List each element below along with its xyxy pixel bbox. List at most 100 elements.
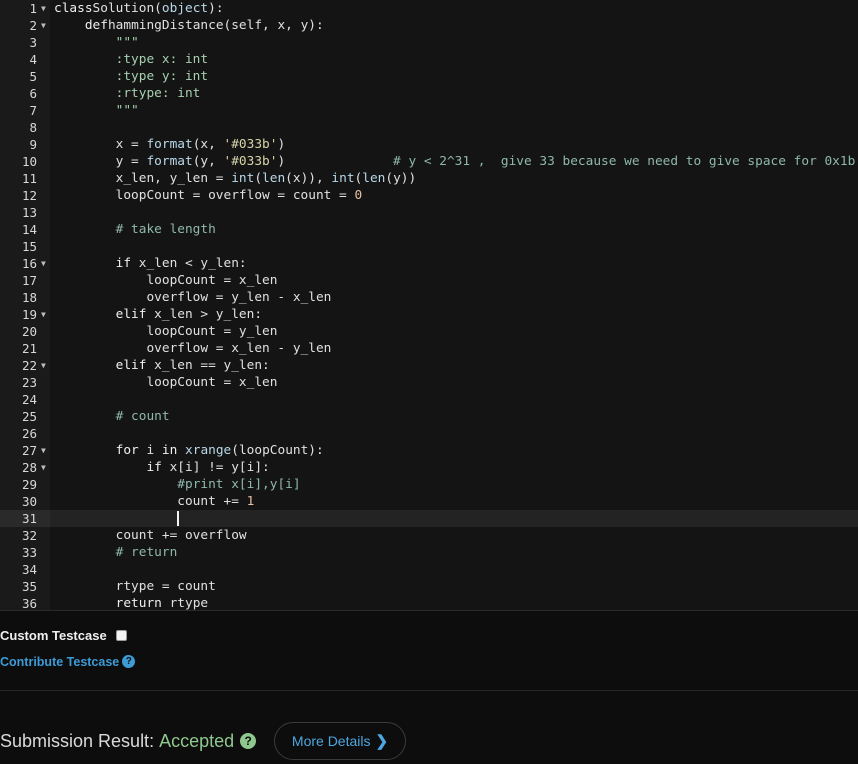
code-text[interactable]: return rtype — [54, 595, 208, 610]
line-number-cell: 22 ▼ — [0, 357, 50, 374]
code-line[interactable]: 13 — [0, 204, 858, 221]
line-number: 13 — [21, 205, 37, 220]
fold-arrow-icon[interactable]: ▼ — [41, 0, 46, 17]
code-text[interactable]: # count — [54, 408, 170, 425]
code-line[interactable]: 36 return rtype — [0, 595, 858, 610]
code-text[interactable]: classSolution(object): — [54, 0, 224, 17]
code-line[interactable]: 4 :type x: int — [0, 51, 858, 68]
code-line[interactable]: 34 — [0, 561, 858, 578]
token-bi: len — [362, 171, 386, 186]
code-text[interactable]: :type x: int — [54, 51, 208, 68]
code-text[interactable]: rtype = count — [54, 578, 216, 595]
code-line[interactable]: 3 """ — [0, 34, 858, 51]
line-number: 23 — [21, 375, 37, 390]
line-number: 19 — [21, 307, 37, 322]
line-number-cell: 1 ▼ — [0, 0, 50, 17]
code-text[interactable]: #print x[i],y[i] — [54, 476, 300, 493]
token: overflow = y_len - x_len — [54, 290, 332, 305]
code-line[interactable]: 5 :type y: int — [0, 68, 858, 85]
token-bi: int — [231, 171, 255, 186]
code-line[interactable]: 2 ▼ defhammingDistance(self, x, y): — [0, 17, 858, 34]
code-line[interactable]: 25 # count — [0, 408, 858, 425]
line-number-cell: 2 ▼ — [0, 17, 50, 34]
code-text[interactable]: loopCount = overflow = count = 0 — [54, 187, 363, 204]
code-line[interactable]: 32 count += overflow — [0, 527, 858, 544]
code-text[interactable]: # take length — [54, 221, 216, 238]
code-line[interactable]: 12 loopCount = overflow = count = 0 — [0, 187, 858, 204]
token: y = — [54, 154, 147, 169]
code-line[interactable]: 23 loopCount = x_len — [0, 374, 858, 391]
code-line[interactable]: 33 # return — [0, 544, 858, 561]
code-text[interactable]: if x[i] != y[i]: — [54, 459, 270, 476]
custom-testcase-checkbox[interactable] — [115, 629, 127, 641]
question-circle-icon[interactable]: ? — [240, 733, 257, 749]
code-text[interactable]: if x_len < y_len: — [54, 255, 247, 272]
line-number: 8 — [29, 120, 37, 135]
code-text[interactable]: overflow = y_len - x_len — [54, 289, 331, 306]
question-circle-icon[interactable]: ? — [122, 655, 136, 668]
code-line[interactable]: 1 ▼ classSolution(object): — [0, 0, 858, 17]
code-line[interactable]: 28 ▼ if x[i] != y[i]: — [0, 459, 858, 476]
code-line[interactable]: 31 — [0, 510, 858, 527]
code-line[interactable]: 30 count += 1 — [0, 493, 858, 510]
contribute-testcase-link[interactable]: Contribute Testcase — [0, 655, 119, 669]
line-number-cell: 4 — [0, 51, 50, 68]
code-text[interactable]: :rtype: int — [54, 85, 201, 102]
code-text[interactable]: :type y: int — [54, 68, 208, 85]
token: x[i] != y[i]: — [161, 460, 270, 475]
code-text[interactable]: """ — [54, 102, 139, 119]
code-text[interactable]: """ — [54, 34, 139, 51]
code-line[interactable]: 24 — [0, 391, 858, 408]
code-line[interactable]: 29 #print x[i],y[i] — [0, 476, 858, 493]
fold-arrow-icon[interactable]: ▼ — [41, 255, 46, 272]
code-text[interactable]: y = format(y, '#033b') # y < 2^31 , give… — [54, 153, 856, 170]
code-line[interactable]: 6 :rtype: int — [0, 85, 858, 102]
code-text[interactable]: x_len, y_len = int(len(x)), int(len(y)) — [54, 170, 417, 187]
line-number-cell: 18 — [0, 289, 50, 306]
code-text[interactable]: for i in xrange(loopCount): — [54, 442, 324, 459]
line-number-cell: 31 — [0, 510, 50, 527]
token: i — [138, 443, 162, 458]
code-line[interactable]: 27 ▼ for i in xrange(loopCount): — [0, 442, 858, 459]
code-text[interactable]: count += overflow — [54, 527, 247, 544]
code-text[interactable]: loopCount = y_len — [54, 323, 277, 340]
code-text[interactable]: loopCount = x_len — [54, 272, 277, 289]
code-text[interactable]: elif x_len > y_len: — [54, 306, 262, 323]
code-line[interactable]: 15 — [0, 238, 858, 255]
token: (x)), — [285, 171, 332, 186]
code-line[interactable]: 7 """ — [0, 102, 858, 119]
code-text[interactable]: loopCount = x_len — [54, 374, 277, 391]
more-details-button[interactable]: More Details ❯ — [274, 722, 406, 760]
code-text[interactable]: overflow = x_len - y_len — [54, 340, 331, 357]
code-line[interactable]: 9 x = format(x, '#033b') — [0, 136, 858, 153]
code-line[interactable]: 10 y = format(y, '#033b') # y < 2^31 , g… — [0, 153, 858, 170]
fold-arrow-icon[interactable]: ▼ — [41, 459, 46, 476]
code-line[interactable]: 20 loopCount = y_len — [0, 323, 858, 340]
line-number: 10 — [21, 154, 37, 169]
code-text[interactable]: x = format(x, '#033b') — [54, 136, 286, 153]
code-line[interactable]: 21 overflow = x_len - y_len — [0, 340, 858, 357]
code-line[interactable]: 17 loopCount = x_len — [0, 272, 858, 289]
code-line[interactable]: 8 — [0, 119, 858, 136]
fold-arrow-icon[interactable]: ▼ — [41, 357, 46, 374]
code-line[interactable]: 14 # take length — [0, 221, 858, 238]
fold-arrow-icon[interactable]: ▼ — [41, 442, 46, 459]
code-line[interactable]: 16 ▼ if x_len < y_len: — [0, 255, 858, 272]
code-line[interactable]: 26 — [0, 425, 858, 442]
code-line[interactable]: 11 x_len, y_len = int(len(x)), int(len(y… — [0, 170, 858, 187]
code-text[interactable]: defhammingDistance(self, x, y): — [54, 17, 324, 34]
code-line[interactable]: 19 ▼ elif x_len > y_len: — [0, 306, 858, 323]
code-line[interactable]: 35 rtype = count — [0, 578, 858, 595]
code-editor[interactable]: 1 ▼ classSolution(object): 2 ▼ defhammingDis… — [0, 0, 858, 611]
code-line[interactable]: 22 ▼ elif x_len == y_len: — [0, 357, 858, 374]
code-text[interactable]: elif x_len == y_len: — [54, 357, 270, 374]
code-text[interactable]: # return — [54, 544, 178, 561]
fold-arrow-icon[interactable]: ▼ — [41, 17, 46, 34]
code-text[interactable]: count += 1 — [54, 493, 254, 510]
token-bi: format — [146, 154, 193, 169]
fold-arrow-icon[interactable]: ▼ — [41, 306, 46, 323]
code-line[interactable]: 18 overflow = y_len - x_len — [0, 289, 858, 306]
